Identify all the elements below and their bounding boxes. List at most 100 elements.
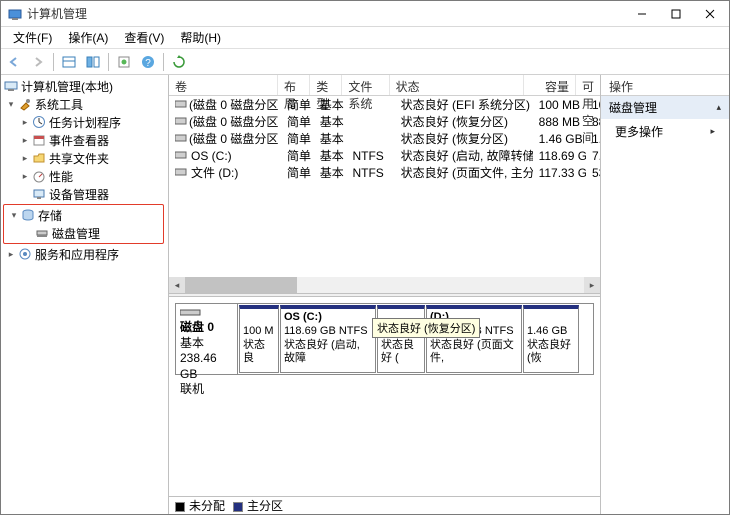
disk-row[interactable]: 磁盘 0 基本 238.46 GB 联机 100 M状态良OS (C:)118.… xyxy=(175,303,594,375)
tree-label: 事件查看器 xyxy=(49,132,109,149)
expand-icon[interactable]: ▸ xyxy=(19,153,31,164)
menu-action[interactable]: 操作(A) xyxy=(60,27,116,48)
collapse-icon[interactable]: ▾ xyxy=(5,99,17,110)
nav-fwd-button[interactable] xyxy=(27,51,49,73)
expand-icon[interactable]: ▸ xyxy=(19,171,31,182)
tree-shared-folders[interactable]: ▸ 共享文件夹 xyxy=(1,149,168,167)
menu-file[interactable]: 文件(F) xyxy=(5,27,60,48)
partitions-container: 100 M 状态良 OS (C:)118.69 GB NTFS状态良好 (启动, 故… xyxy=(238,304,593,374)
actions-header: 操作 xyxy=(601,75,729,96)
table-row[interactable]: OS (C:)简单基本NTFS状态良好 (启动, 故障转储, 主分区)118.6… xyxy=(169,147,600,164)
partition[interactable]: 1.46 GB状态良好 (恢 xyxy=(523,305,579,373)
tree-performance[interactable]: ▸ 性能 xyxy=(1,167,168,185)
volume-icon xyxy=(175,150,189,162)
volume-header: 卷 布局 类型 文件系统 状态 容量 可用空间 xyxy=(169,75,600,96)
col-fs[interactable]: 文件系统 xyxy=(342,75,389,95)
volume-name: (磁盘 0 磁盘分区 6) xyxy=(189,130,281,147)
volume-type: 基本 xyxy=(314,164,347,181)
toolbar-separator xyxy=(163,53,164,71)
volume-capacity: 100 MB xyxy=(533,98,586,112)
maximize-button[interactable] xyxy=(659,3,693,25)
col-volume[interactable]: 卷 xyxy=(169,75,278,95)
titlebar: 计算机管理 xyxy=(1,1,729,27)
tree-services-apps[interactable]: ▸ 服务和应用程序 xyxy=(1,245,168,263)
partition-status: 状态良好 (页面文件, xyxy=(430,339,514,365)
tree-label: 共享文件夹 xyxy=(49,150,109,167)
nav-back-button[interactable] xyxy=(3,51,25,73)
disk-label: 磁盘 0 xyxy=(180,320,214,334)
chevron-right-icon: ▸ xyxy=(710,126,715,137)
disk-size: 238.46 GB xyxy=(180,351,217,381)
volume-status: 状态良好 (启动, 故障转储, 主分区) xyxy=(395,147,533,164)
scroll-track[interactable] xyxy=(185,277,584,293)
close-button[interactable] xyxy=(693,3,727,25)
partition-status: 状态良 xyxy=(243,339,265,365)
expand-icon[interactable]: ▸ xyxy=(19,135,31,146)
volume-capacity: 118.69 GB xyxy=(533,149,586,163)
volume-free: 1.46 GB xyxy=(586,132,600,146)
tree-label: 磁盘管理 xyxy=(52,225,100,242)
actions-section[interactable]: 磁盘管理 ▴ xyxy=(601,96,729,120)
partition[interactable]: OS (C:)118.69 GB NTFS状态良好 (启动, 故障 xyxy=(280,305,376,373)
scroll-right-button[interactable]: ▸ xyxy=(584,277,600,293)
volume-name: 文件 (D:) xyxy=(191,164,238,181)
volume-name: (磁盘 0 磁盘分区 4) xyxy=(189,113,281,130)
volume-status: 状态良好 (EFI 系统分区) xyxy=(395,96,533,113)
volume-capacity: 1.46 GB xyxy=(533,132,586,146)
col-layout[interactable]: 布局 xyxy=(278,75,310,95)
tree-system-tools[interactable]: ▾ 系统工具 xyxy=(1,95,168,113)
menu-view[interactable]: 查看(V) xyxy=(116,27,172,48)
horizontal-scrollbar[interactable]: ◂ ▸ xyxy=(169,277,600,293)
minimize-button[interactable] xyxy=(625,3,659,25)
navigation-tree: 计算机管理(本地) ▾ 系统工具 ▸ 任务计划程序 ▸ 事件查看器 ▸ 共享文件… xyxy=(1,75,169,514)
tree-task-scheduler[interactable]: ▸ 任务计划程序 xyxy=(1,113,168,131)
volume-free: 888 MB xyxy=(586,115,600,129)
tree-storage[interactable]: ▾ 存储 xyxy=(4,206,163,224)
properties-button[interactable] xyxy=(113,51,135,73)
table-row[interactable]: (磁盘 0 磁盘分区 1)简单基本状态良好 (EFI 系统分区)100 MB10… xyxy=(169,96,600,113)
tree-event-viewer[interactable]: ▸ 事件查看器 xyxy=(1,131,168,149)
view-details-button[interactable] xyxy=(82,51,104,73)
services-icon xyxy=(17,246,33,262)
actions-more[interactable]: 更多操作 ▸ xyxy=(601,120,729,143)
tree-device-manager[interactable]: 设备管理器 xyxy=(1,185,168,203)
computer-icon xyxy=(3,78,19,94)
tree-label: 存储 xyxy=(38,207,62,224)
toolbar-separator xyxy=(53,53,54,71)
volume-status: 状态良好 (恢复分区) xyxy=(395,130,533,147)
partition-size: 100 M xyxy=(243,325,274,337)
table-row[interactable]: (磁盘 0 磁盘分区 4)简单基本状态良好 (恢复分区)888 MB888 MB xyxy=(169,113,600,130)
tree-label: 系统工具 xyxy=(35,96,83,113)
view-list-button[interactable] xyxy=(58,51,80,73)
partition[interactable]: 100 M 状态良 xyxy=(239,305,279,373)
scroll-thumb[interactable] xyxy=(185,277,297,293)
partition[interactable]: (D:)117.33 GB NTFS状态良好 (页面文件, xyxy=(426,305,522,373)
folder-icon xyxy=(31,150,47,166)
main-pane: 卷 布局 类型 文件系统 状态 容量 可用空间 (磁盘 0 磁盘分区 1)简单基… xyxy=(169,75,601,514)
toolbar-separator xyxy=(108,53,109,71)
refresh-button[interactable] xyxy=(168,51,190,73)
scroll-left-button[interactable]: ◂ xyxy=(169,277,185,293)
partition-title: OS (C:) xyxy=(284,311,322,323)
tree-disk-management[interactable]: 磁盘管理 xyxy=(4,224,163,242)
toolbar: ? xyxy=(1,49,729,75)
partition[interactable]: 888 MB状态良好 ( xyxy=(377,305,425,373)
volume-body[interactable]: (磁盘 0 磁盘分区 1)简单基本状态良好 (EFI 系统分区)100 MB10… xyxy=(169,96,600,277)
expand-icon[interactable]: ▸ xyxy=(19,117,31,128)
collapse-icon[interactable]: ▾ xyxy=(8,210,20,221)
expand-icon[interactable]: ▸ xyxy=(5,249,17,260)
table-row[interactable]: 文件 (D:)简单基本NTFS状态良好 (页面文件, 主分区)117.33 GB… xyxy=(169,164,600,181)
col-free[interactable]: 可用空间 xyxy=(576,75,600,95)
event-icon xyxy=(31,132,47,148)
tree-label: 设备管理器 xyxy=(49,186,109,203)
legend: 未分配 主分区 xyxy=(169,496,600,514)
disk-icon xyxy=(34,225,50,241)
col-status[interactable]: 状态 xyxy=(390,75,524,95)
help-button[interactable]: ? xyxy=(137,51,159,73)
col-capacity[interactable]: 容量 xyxy=(524,75,576,95)
menu-help[interactable]: 帮助(H) xyxy=(172,27,229,48)
tree-root[interactable]: 计算机管理(本地) xyxy=(1,77,168,95)
volume-status: 状态良好 (恢复分区) xyxy=(395,113,533,130)
col-type[interactable]: 类型 xyxy=(310,75,342,95)
table-row[interactable]: (磁盘 0 磁盘分区 6)简单基本状态良好 (恢复分区)1.46 GB1.46 … xyxy=(169,130,600,147)
